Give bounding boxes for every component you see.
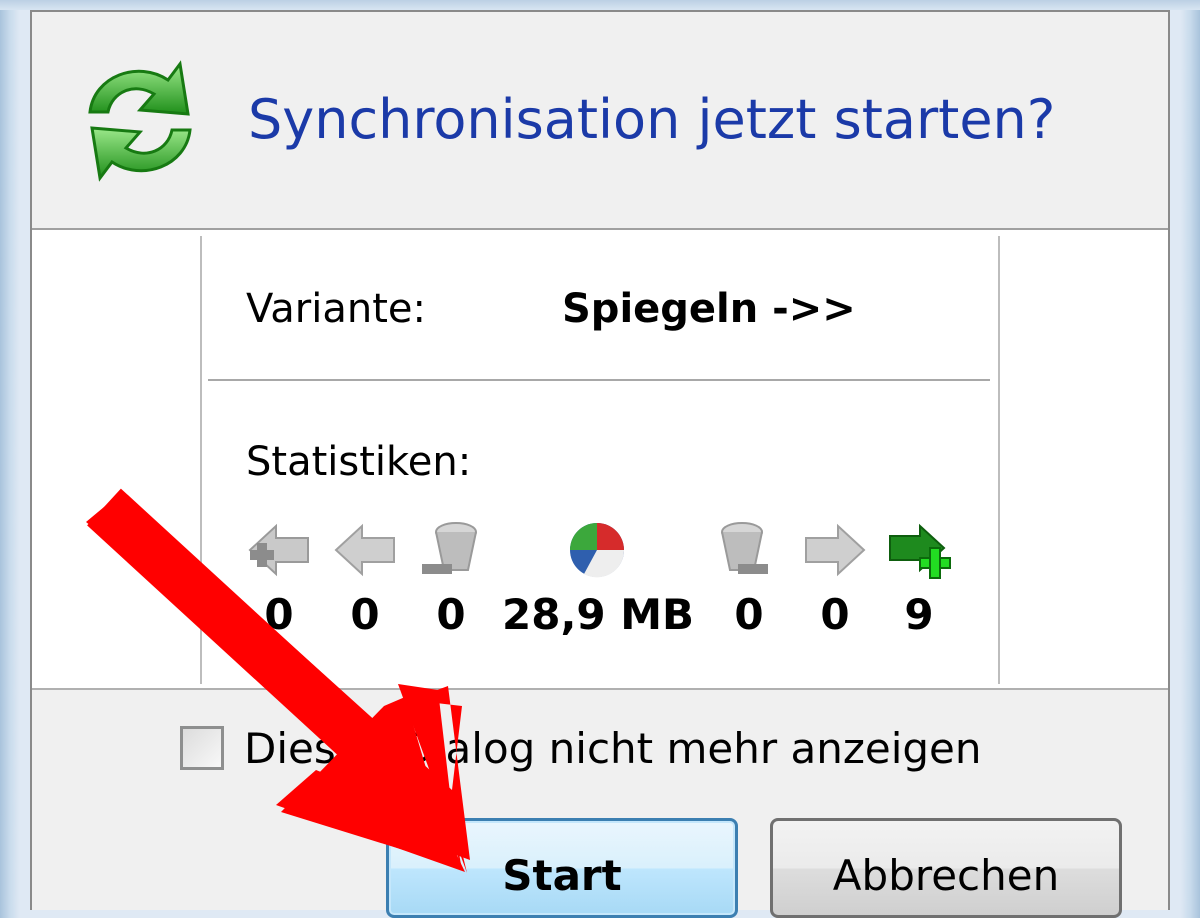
stat-value: 0: [436, 590, 466, 639]
dont-show-again-checkbox[interactable]: [180, 726, 224, 770]
create-left-icon: [248, 523, 309, 577]
stat-value-size: 28,9 MB: [502, 590, 695, 639]
stat-value: 0: [264, 590, 294, 639]
window-top-edge: [0, 0, 1200, 10]
update-left-icon: [334, 523, 395, 577]
create-right-icon: [889, 523, 951, 579]
stat-value: 0: [820, 590, 850, 639]
stat-value: 0: [350, 590, 380, 639]
dont-show-again-label[interactable]: Diesen Dialog nicht mehr anzeigen: [244, 724, 982, 773]
stats-label: Statistiken:: [246, 439, 472, 485]
dialog-title: Synchronisation jetzt starten?: [248, 88, 1056, 151]
stat-value: 9: [904, 590, 934, 639]
divider: [208, 379, 990, 381]
delete-right-icon: [721, 522, 768, 574]
update-right-icon: [805, 523, 866, 577]
stat-value: 0: [734, 590, 764, 639]
info-inner: Variante: Spiegeln ->> Statistiken: 0 0 …: [200, 236, 1000, 684]
dialog-header: Synchronisation jetzt starten?: [32, 12, 1168, 230]
variant-value: Spiegeln ->>: [562, 286, 856, 332]
info-panel: Variante: Spiegeln ->> Statistiken: 0 0 …: [32, 230, 1168, 690]
variant-label: Variante:: [246, 286, 426, 332]
delete-left-icon: [422, 522, 477, 574]
start-button[interactable]: Start: [386, 818, 738, 918]
data-pie-icon: [570, 523, 625, 578]
cancel-button[interactable]: Abbrechen: [770, 818, 1122, 918]
footer-separator: [32, 688, 1168, 690]
sync-icon: [88, 60, 192, 182]
sync-confirm-dialog: Synchronisation jetzt starten? Variante:…: [30, 10, 1170, 918]
